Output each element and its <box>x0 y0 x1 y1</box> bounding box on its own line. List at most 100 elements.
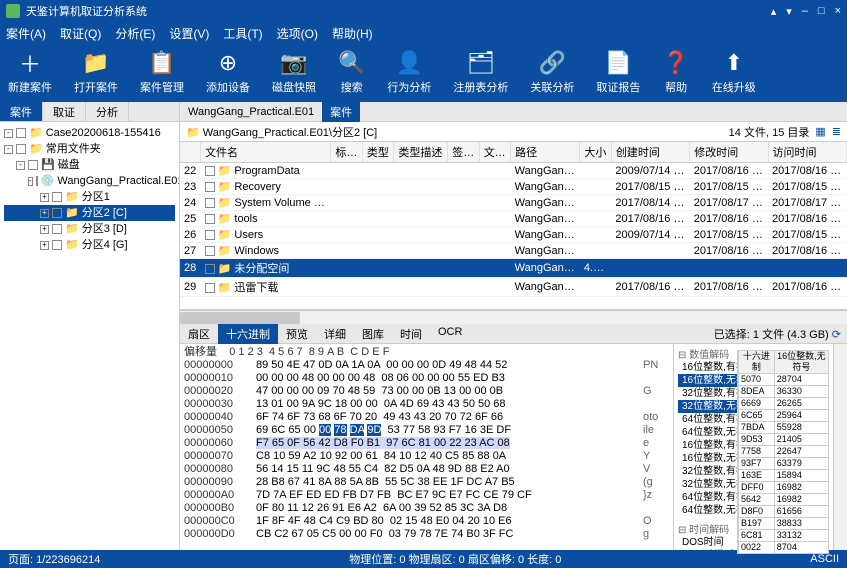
bottom-tab-详细[interactable]: 详细 <box>316 324 354 344</box>
checkbox[interactable] <box>52 224 62 234</box>
tree-item[interactable]: -💿WangGang_Practical.E01 <box>4 173 175 189</box>
top-tab[interactable]: WangGang_Practical.E01 <box>180 104 322 120</box>
expand-icon[interactable]: - <box>28 177 33 186</box>
hex-row[interactable]: 000000D0CB C2 67 05 C5 00 00 F0 03 79 78… <box>184 528 669 541</box>
row-checkbox[interactable] <box>205 246 215 256</box>
checkbox[interactable] <box>28 160 38 170</box>
column-header[interactable]: 签… <box>448 142 479 163</box>
hex-row[interactable]: 0000009028 B8 67 41 8A 88 5A 8B 55 5C 38… <box>184 476 669 489</box>
tree-item[interactable]: -📁常用文件夹 <box>4 141 175 157</box>
column-header[interactable]: 创建时间 <box>611 142 689 163</box>
toolbar-取证报告[interactable]: 📄取证报告 <box>596 51 640 95</box>
hex-row[interactable]: 0000001000 00 00 48 00 00 00 48 08 06 00… <box>184 372 669 385</box>
tree-item[interactable]: +📁分区2 [C] <box>4 205 175 221</box>
pin-btn[interactable]: ▴ <box>771 5 777 18</box>
expand-icon[interactable]: - <box>4 145 13 154</box>
tile-view-icon[interactable]: ▦ <box>815 125 825 138</box>
checkbox[interactable] <box>52 192 62 202</box>
column-header[interactable]: 文件名 <box>201 142 331 163</box>
column-header[interactable]: 类型 <box>362 142 393 163</box>
minimize-btn[interactable]: – <box>802 5 808 18</box>
list-view-icon[interactable]: ≣ <box>832 125 841 138</box>
checkbox[interactable] <box>52 240 62 250</box>
row-checkbox[interactable] <box>205 166 215 176</box>
refresh-icon[interactable]: ⟳ <box>832 329 841 341</box>
h-scrollbar[interactable] <box>180 310 847 324</box>
toolbar-新建案件[interactable]: ＋新建案件 <box>8 51 52 95</box>
tree-item[interactable]: -💾磁盘 <box>4 157 175 173</box>
checkbox[interactable] <box>16 128 26 138</box>
row-checkbox[interactable] <box>205 198 215 208</box>
expand-icon[interactable]: + <box>40 193 49 202</box>
toolbar-帮助[interactable]: ❓帮助 <box>662 51 689 95</box>
toolbar-磁盘快照[interactable]: 📷磁盘快照 <box>272 51 316 95</box>
hex-row[interactable]: 000000B00F 80 11 12 26 91 E6 A2 6A 00 39… <box>184 502 669 515</box>
expand-icon[interactable]: - <box>16 161 25 170</box>
table-row[interactable]: 26 📁 UsersWangGan…2009/07/14 …2017/08/15… <box>180 227 847 243</box>
menu-item[interactable]: 分析(E) <box>115 25 155 42</box>
toolbar-注册表分析[interactable]: 🗂注册表分析 <box>453 51 508 95</box>
tree-item[interactable]: +📁分区3 [D] <box>4 221 175 237</box>
column-header[interactable]: 类型描述 <box>394 142 448 163</box>
row-checkbox[interactable] <box>205 283 215 293</box>
row-checkbox[interactable] <box>205 214 215 224</box>
hex-row[interactable]: 0000003013 01 00 9A 9C 18 00 00 0A 4D 69… <box>184 398 669 411</box>
bottom-tab-OCR[interactable]: OCR <box>430 324 470 344</box>
hex-row[interactable]: 0000005069 6C 65 00 00 78 DA 9D 53 77 58… <box>184 424 669 437</box>
close-btn[interactable]: × <box>835 5 841 18</box>
menu-item[interactable]: 工具(T) <box>223 25 262 42</box>
toolbar-案件管理[interactable]: 📋案件管理 <box>140 51 184 95</box>
toolbar-打开案件[interactable]: 📁打开案件 <box>74 51 118 95</box>
dropdown-btn[interactable]: ▾ <box>786 5 792 18</box>
top-tab[interactable]: 案件 <box>322 102 360 122</box>
table-row[interactable]: 28 📁 未分配空间WangGan…4.… <box>180 259 847 278</box>
table-row[interactable]: 25 📁 toolsWangGan…2017/08/16 …2017/08/16… <box>180 211 847 227</box>
expand-icon[interactable]: - <box>4 129 13 138</box>
row-checkbox[interactable] <box>205 264 215 274</box>
toolbar-搜索[interactable]: 🔍搜索 <box>338 51 365 95</box>
bottom-tab-图库[interactable]: 图库 <box>354 324 392 344</box>
v-scrollbar[interactable] <box>833 344 847 550</box>
column-header[interactable]: 路径 <box>511 142 580 163</box>
bottom-tab-扇区[interactable]: 扇区 <box>180 324 218 344</box>
hex-row[interactable]: 000000A07D 7A EF ED ED FB D7 FB BC E7 9C… <box>184 489 669 502</box>
toolbar-行为分析[interactable]: 👤行为分析 <box>387 51 431 95</box>
column-header[interactable]: 文… <box>479 142 510 163</box>
menu-item[interactable]: 选项(O) <box>277 25 318 42</box>
hex-row[interactable]: 00000060F7 65 0F 56 42 D8 F0 B1 97 6C 81… <box>184 437 669 450</box>
tree-item[interactable]: +📁分区4 [G] <box>4 237 175 253</box>
row-checkbox[interactable] <box>205 230 215 240</box>
expand-icon[interactable]: + <box>40 241 49 250</box>
table-row[interactable]: 22 📁 ProgramDataWangGan…2009/07/14 …2017… <box>180 163 847 179</box>
left-tab-案件[interactable]: 案件 <box>0 102 43 121</box>
toolbar-添加设备[interactable]: ⊕添加设备 <box>206 51 250 95</box>
toolbar-关联分析[interactable]: 🔗关联分析 <box>530 51 574 95</box>
menu-item[interactable]: 设置(V) <box>169 25 209 42</box>
table-row[interactable]: 27 📁 WindowsWangGan…2017/08/16 …2017/08/… <box>180 243 847 259</box>
column-header[interactable]: 访问时间 <box>768 142 846 163</box>
menu-item[interactable]: 案件(A) <box>6 25 46 42</box>
table-row[interactable]: 29 📁 迅雷下载WangGan…2017/08/16 …2017/08/16 … <box>180 278 847 297</box>
column-header[interactable]: 标… <box>331 142 362 163</box>
expand-icon[interactable]: + <box>40 225 49 234</box>
column-header[interactable] <box>180 142 201 163</box>
left-tab-取证[interactable]: 取证 <box>43 102 86 121</box>
toolbar-在线升级[interactable]: ⬆在线升级 <box>712 51 756 95</box>
menu-item[interactable]: 帮助(H) <box>332 25 373 42</box>
hex-row[interactable]: 0000002047 00 00 00 09 70 48 59 73 00 00… <box>184 385 669 398</box>
checkbox[interactable] <box>52 208 62 218</box>
hex-row[interactable]: 00000070C8 10 59 A2 10 92 00 61 84 10 12… <box>184 450 669 463</box>
hex-row[interactable]: 0000000089 50 4E 47 0D 0A 1A 0A 00 00 00… <box>184 359 669 372</box>
tree-item[interactable]: -📁Case20200618-155416 <box>4 125 175 141</box>
expand-icon[interactable]: + <box>40 209 49 218</box>
maximize-btn[interactable]: □ <box>818 5 825 18</box>
left-tab-分析[interactable]: 分析 <box>86 102 129 121</box>
table-row[interactable]: 23 📁 RecoveryWangGan…2017/08/15 …2017/08… <box>180 179 847 195</box>
menu-item[interactable]: 取证(Q) <box>60 25 101 42</box>
row-checkbox[interactable] <box>205 182 215 192</box>
tree-item[interactable]: +📁分区1 <box>4 189 175 205</box>
table-row[interactable]: 24 📁 System Volume …WangGan…2017/08/14 …… <box>180 195 847 211</box>
checkbox[interactable] <box>36 176 38 186</box>
column-header[interactable]: 大小 <box>580 142 611 163</box>
bottom-tab-十六进制[interactable]: 十六进制 <box>218 324 278 344</box>
